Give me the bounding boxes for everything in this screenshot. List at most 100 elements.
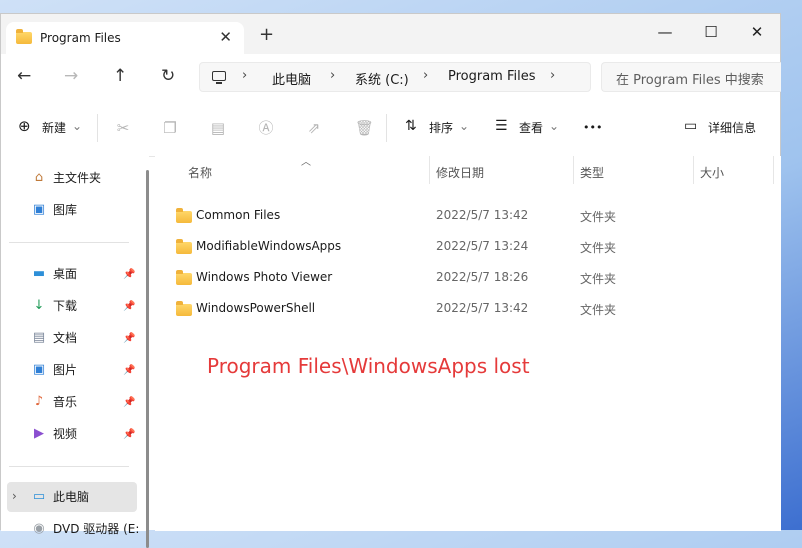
file-list: ︿ 名称 修改日期 类型 大小 Common Files 2022/5/7 13…	[155, 156, 781, 531]
sidebar-divider	[9, 242, 129, 243]
videos-icon: ▶	[34, 426, 44, 441]
tab-program-files[interactable]: Program Files ✕	[6, 22, 244, 54]
command-bar: ⊕ 新建 ⌄ ✂ ❐ ▤ Ⓐ ⇗ 🗑 ⇅ 排序 ⌄ ☰ 查看 ⌄ ••• ▭ 详…	[1, 100, 780, 157]
share-icon[interactable]: ⇗	[306, 120, 322, 136]
new-chevron-down-icon: ⌄	[72, 119, 83, 133]
expand-chevron-icon[interactable]: ›	[12, 489, 17, 503]
sidebar-scrollbar[interactable]	[146, 170, 149, 548]
sort-icon: ⇅	[405, 118, 417, 134]
column-header-type[interactable]: 类型	[580, 164, 604, 181]
minimize-button[interactable]: —	[642, 18, 688, 46]
delete-icon[interactable]: 🗑	[355, 120, 374, 136]
file-type: 文件夹	[580, 272, 617, 286]
breadcrumb-this-pc[interactable]: 此电脑	[272, 69, 311, 88]
music-icon: ♪	[34, 394, 44, 409]
breadcrumb-separator[interactable]: ›	[423, 68, 428, 83]
folder-icon	[176, 270, 192, 285]
back-button[interactable]: ←	[17, 67, 31, 85]
folder-icon	[176, 239, 192, 254]
pin-icon[interactable]: 📌	[123, 301, 135, 312]
pin-icon[interactable]: 📌	[123, 333, 135, 344]
up-button[interactable]: ↑	[113, 67, 127, 85]
documents-icon: ▤	[32, 330, 46, 345]
new-tab-button[interactable]: +	[259, 26, 274, 44]
file-name: WindowsPowerShell	[196, 301, 316, 315]
sidebar-item-label: 图库	[53, 203, 78, 217]
column-header-date[interactable]: 修改日期	[436, 164, 484, 181]
file-date: 2022/5/7 13:42	[436, 301, 529, 315]
column-divider[interactable]	[693, 156, 694, 184]
file-date: 2022/5/7 13:24	[436, 239, 529, 253]
rename-icon[interactable]: Ⓐ	[258, 120, 274, 136]
search-input[interactable]: 在 Program Files 中搜索	[601, 62, 781, 92]
desktop-icon: ▬	[32, 266, 46, 281]
column-divider[interactable]	[429, 156, 430, 184]
column-divider[interactable]	[773, 156, 774, 184]
view-icon: ☰	[495, 118, 508, 134]
folder-icon	[176, 208, 192, 223]
file-date: 2022/5/7 13:42	[436, 208, 529, 222]
tab-title: Program Files	[40, 31, 121, 45]
folder-icon	[16, 29, 32, 44]
annotation-text: Program Files\WindowsApps lost	[207, 354, 530, 378]
file-name: Windows Photo Viewer	[196, 270, 333, 284]
table-row[interactable]: ModifiableWindowsApps 2022/5/7 13:24 文件夹	[155, 232, 781, 262]
dvd-drive-icon: ◉	[33, 521, 45, 536]
breadcrumb-separator[interactable]: ›	[330, 68, 335, 83]
sidebar-item-label: DVD 驱动器 (E:	[53, 522, 140, 536]
close-button[interactable]: ✕	[734, 18, 780, 46]
table-row[interactable]: WindowsPowerShell 2022/5/7 13:42 文件夹	[155, 294, 781, 324]
toolbar-divider	[97, 114, 98, 142]
breadcrumb-separator[interactable]: ›	[550, 68, 555, 83]
file-name: ModifiableWindowsApps	[196, 239, 342, 253]
pin-icon[interactable]: 📌	[123, 365, 135, 376]
sort-button[interactable]: 排序	[429, 120, 453, 136]
sidebar-item-label: 桌面	[53, 267, 78, 281]
sidebar-item-label: 视频	[53, 427, 78, 441]
sort-ascending-icon: ︿	[301, 157, 311, 168]
file-type: 文件夹	[580, 303, 617, 317]
file-type: 文件夹	[580, 210, 617, 224]
file-explorer-window: Program Files ✕ + — ☐ ✕ ← → ↑ ↻ › 此电脑 › …	[0, 13, 781, 548]
new-button[interactable]: 新建	[42, 120, 66, 136]
paste-icon[interactable]: ▤	[210, 120, 226, 136]
table-row[interactable]: Windows Photo Viewer 2022/5/7 18:26 文件夹	[155, 263, 781, 293]
view-button[interactable]: 查看	[519, 120, 543, 136]
sort-chevron-down-icon: ⌄	[459, 119, 470, 133]
column-header-name[interactable]: 名称	[188, 164, 212, 181]
copy-icon[interactable]: ❐	[162, 120, 178, 136]
more-options-button[interactable]: •••	[583, 120, 602, 136]
new-plus-icon: ⊕	[18, 117, 31, 135]
home-icon: ⌂	[34, 170, 44, 185]
table-row[interactable]: Common Files 2022/5/7 13:42 文件夹	[155, 201, 781, 231]
title-bar: Program Files ✕ + — ☐ ✕	[1, 14, 780, 54]
address-bar: ← → ↑ ↻ › 此电脑 › 系统 (C:) › Program Files …	[1, 54, 781, 100]
pictures-icon: ▣	[32, 362, 46, 377]
sidebar-item-label: 文档	[53, 331, 78, 345]
cut-icon[interactable]: ✂	[115, 120, 131, 136]
pin-icon[interactable]: 📌	[123, 429, 135, 440]
tab-close-button[interactable]: ✕	[219, 28, 232, 46]
this-pc-icon	[212, 71, 226, 84]
breadcrumb-separator[interactable]: ›	[242, 68, 247, 83]
maximize-button[interactable]: ☐	[688, 18, 734, 46]
sidebar-item-label: 图片	[53, 363, 78, 377]
details-button[interactable]: 详细信息	[708, 120, 756, 136]
file-date: 2022/5/7 18:26	[436, 270, 529, 284]
column-header-size[interactable]: 大小	[700, 164, 724, 181]
breadcrumb-system-c[interactable]: 系统 (C:)	[355, 69, 409, 88]
download-icon: ↓	[33, 298, 45, 313]
address-box[interactable]: › 此电脑 › 系统 (C:) › Program Files ›	[199, 62, 591, 92]
pin-icon[interactable]: 📌	[123, 397, 135, 408]
view-chevron-down-icon: ⌄	[549, 119, 560, 133]
folder-icon	[176, 301, 192, 316]
refresh-button[interactable]: ↻	[161, 67, 175, 85]
pin-icon[interactable]: 📌	[123, 269, 135, 280]
details-pane-icon: ▭	[684, 118, 698, 134]
column-divider[interactable]	[573, 156, 574, 184]
breadcrumb-program-files[interactable]: Program Files	[448, 69, 536, 84]
forward-button[interactable]: →	[64, 67, 78, 85]
sidebar-item-label: 此电脑	[53, 490, 90, 504]
this-pc-icon: ▭	[32, 489, 46, 504]
navigation-pane: ⌂ 主文件夹 ▣ 图库 ▬ 桌面 📌 ↓ 下载 📌 ▤ 文档 📌 ▣ 图片 📌	[1, 156, 149, 548]
